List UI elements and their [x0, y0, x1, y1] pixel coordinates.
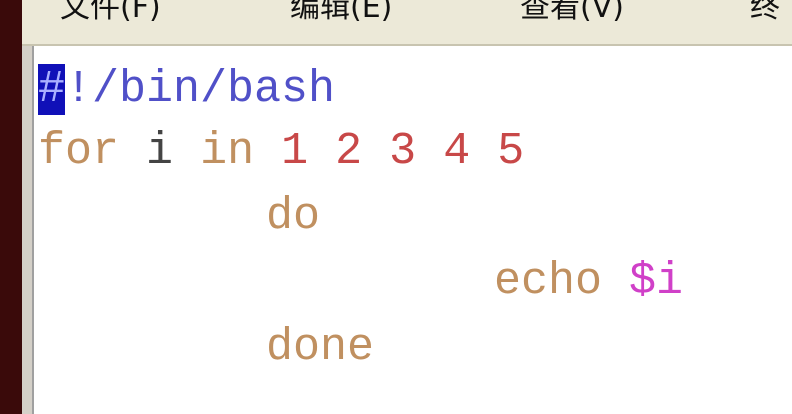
code-line-2: for i in 1 2 3 4 5 [38, 124, 524, 180]
text-editor-area[interactable]: #!/bin/bash for i in 1 2 3 4 5 do echo $… [34, 46, 792, 414]
variable-reference: $i [629, 256, 684, 307]
shebang-text: !/bin/bash [65, 64, 336, 115]
number-3: 3 [389, 126, 417, 177]
keyword-echo: echo [494, 256, 603, 307]
menu-edit[interactable]: 编辑(E) [290, 0, 392, 25]
menu-bar: 文件(F) 编辑(E) 查看(V) 终 [22, 0, 792, 46]
number-4: 4 [443, 126, 471, 177]
window-left-edge [0, 0, 22, 414]
menu-view[interactable]: 查看(V) [520, 0, 624, 25]
keyword-in: in [200, 126, 255, 177]
editor-gutter [22, 46, 34, 414]
keyword-done: done [266, 322, 375, 373]
text-cursor: # [38, 64, 66, 115]
code-line-5: done [266, 320, 374, 376]
number-1: 1 [281, 126, 309, 177]
number-5: 5 [497, 126, 525, 177]
keyword-for: for [38, 126, 120, 177]
menu-file[interactable]: 文件(F) [60, 0, 161, 25]
code-line-4: echo $i [494, 254, 683, 310]
variable-i: i [146, 126, 174, 177]
code-line-1: #!/bin/bash [38, 62, 335, 118]
number-2: 2 [335, 126, 363, 177]
code-line-3: do [266, 189, 320, 245]
terminal-window: 文件(F) 编辑(E) 查看(V) 终 #!/bin/bash for i in… [0, 0, 792, 414]
menu-terminal[interactable]: 终 [750, 0, 780, 25]
keyword-do: do [266, 191, 321, 242]
